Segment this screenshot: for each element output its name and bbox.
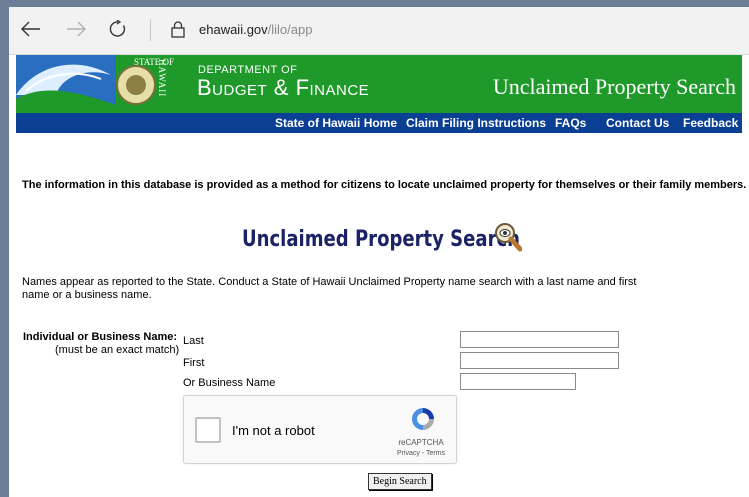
address-bar[interactable]: ehawaii.gov/lilo/app	[199, 22, 312, 37]
toolbar-separator	[150, 19, 151, 41]
business-name-input[interactable]	[460, 373, 576, 390]
recaptcha-links[interactable]: Privacy - Terms	[389, 450, 453, 457]
field-subtitle: (must be an exact match)	[55, 344, 180, 356]
window-frame-top	[0, 0, 749, 7]
recaptcha-label: I'm not a robot	[232, 423, 315, 438]
nav-link-faqs[interactable]: FAQs	[555, 116, 586, 130]
recaptcha-widget: I'm not a robot reCAPTCHA Privacy - Term…	[183, 395, 457, 464]
names-note: Names appear as reported to the State. C…	[22, 276, 637, 301]
window-frame-left	[0, 7, 9, 497]
info-text: The information in this database is prov…	[22, 179, 747, 191]
recaptcha-brand: reCAPTCHA	[398, 438, 444, 447]
recaptcha-logo-icon	[412, 408, 434, 430]
nav-link-home[interactable]: State of Hawaii Home	[275, 116, 397, 130]
url-path: /lilo/app	[267, 22, 313, 37]
budget-finance-text: Budget & Finance	[197, 75, 370, 100]
first-name-label: First	[183, 357, 205, 369]
nav-bar: State of Hawaii Home Claim Filing Instru…	[16, 113, 742, 133]
recaptcha-checkbox[interactable]	[195, 417, 221, 443]
browser-toolbar: ehawaii.gov/lilo/app	[9, 7, 749, 55]
nav-link-contact[interactable]: Contact Us	[606, 116, 669, 130]
page-content: STATE OF HAWAII DEPARTMENT OF Budget & F…	[9, 55, 749, 497]
header-banner: STATE OF HAWAII DEPARTMENT OF Budget & F…	[16, 55, 742, 113]
back-icon[interactable]	[19, 17, 43, 41]
wave-logo-icon	[16, 55, 116, 113]
nav-link-claim-instructions[interactable]: Claim Filing Instructions	[406, 116, 546, 130]
field-title: Individual or Business Name:	[23, 331, 178, 343]
begin-search-button[interactable]: Begin Search	[368, 473, 432, 490]
refresh-icon[interactable]	[106, 17, 130, 41]
business-name-label: Or Business Name	[183, 377, 276, 389]
forward-icon[interactable]	[64, 17, 88, 41]
url-domain: ehawaii.gov	[199, 22, 268, 37]
last-name-input[interactable]	[460, 331, 619, 348]
last-name-label: Last	[183, 335, 204, 347]
hawaii-vertical-text: HAWAII	[157, 59, 167, 98]
page-title: Unclaimed Property Search	[242, 227, 521, 252]
banner-title: Unclaimed Property Search	[492, 74, 736, 99]
nav-link-feedback[interactable]: Feedback	[683, 116, 738, 130]
lock-icon[interactable]	[166, 17, 190, 41]
state-seal-icon	[116, 65, 156, 105]
magnifier-eye-icon	[495, 223, 522, 252]
state-of-text: STATE OF	[134, 57, 175, 67]
first-name-input[interactable]	[460, 352, 619, 369]
